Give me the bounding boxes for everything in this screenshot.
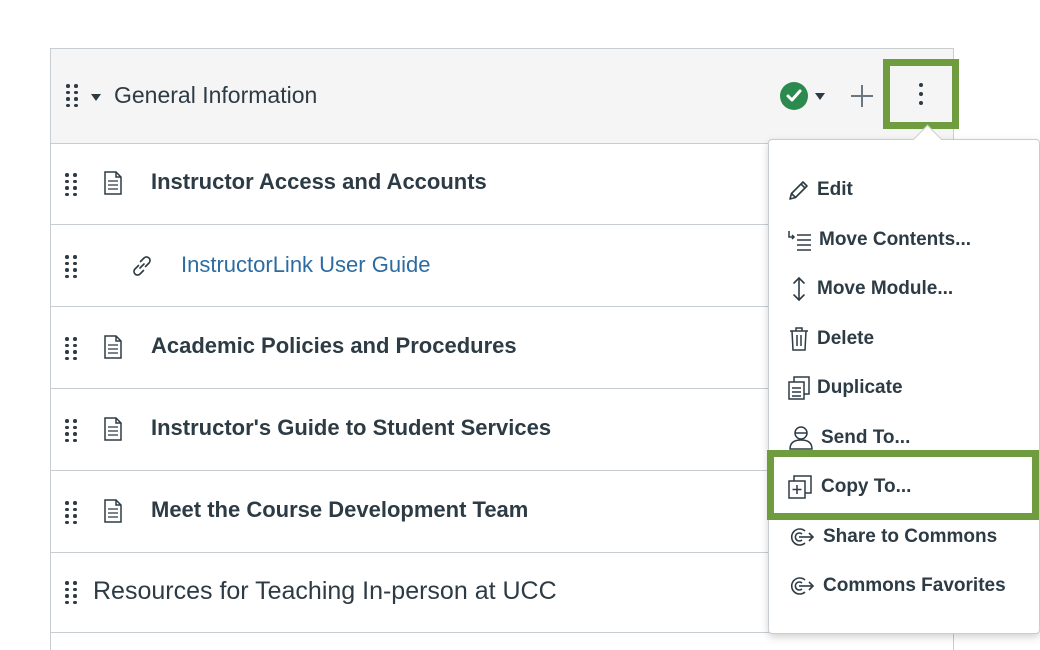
link-icon xyxy=(133,256,151,276)
menu-item-move-module[interactable]: Move Module... xyxy=(787,271,953,307)
module-title: General Information xyxy=(114,82,318,108)
menu-item-delete[interactable]: Delete xyxy=(787,321,874,357)
commons-share-icon xyxy=(790,528,815,546)
drag-handle-icon[interactable] xyxy=(66,84,78,108)
module-options-button[interactable] xyxy=(883,59,959,129)
menu-item-label: Move Module... xyxy=(817,278,954,299)
drag-handle-icon[interactable] xyxy=(65,337,77,361)
item-link[interactable]: InstructorLink User Guide xyxy=(181,252,430,278)
trash-icon xyxy=(790,327,808,351)
menu-item-label: Move Contents... xyxy=(819,229,972,250)
menu-item-duplicate[interactable]: Duplicate xyxy=(787,370,903,406)
menu-item-commons-favorites[interactable]: Commons Favorites xyxy=(787,568,1006,604)
move-vertical-icon xyxy=(793,276,805,302)
add-item-icon[interactable] xyxy=(851,85,873,107)
menu-item-label: Duplicate xyxy=(817,377,903,398)
drag-handle-icon[interactable] xyxy=(65,581,77,605)
page-icon xyxy=(104,335,122,359)
menu-item-label: Delete xyxy=(817,328,875,349)
menu-item-label: Share to Commons xyxy=(823,526,998,547)
menu-item-label: Commons Favorites xyxy=(823,575,1006,596)
pencil-icon xyxy=(789,181,808,200)
drag-handle-icon[interactable] xyxy=(65,501,77,525)
duplicate-icon xyxy=(788,376,810,400)
move-contents-icon xyxy=(788,231,811,251)
item-title[interactable]: Instructor Access and Accounts xyxy=(151,169,487,195)
published-check-icon[interactable] xyxy=(780,82,808,110)
drag-handle-icon[interactable] xyxy=(65,173,77,197)
subheader-title: Resources for Teaching In-person at UCC xyxy=(93,577,557,605)
menu-item-label: Edit xyxy=(817,179,853,200)
drag-handle-icon[interactable] xyxy=(65,419,77,443)
user-icon xyxy=(789,426,813,450)
menu-item-label: Send To... xyxy=(821,427,911,448)
collapse-caret-icon[interactable] xyxy=(91,94,101,101)
drag-handle-icon[interactable] xyxy=(65,255,77,279)
copy-to-highlight xyxy=(767,450,1039,520)
item-title[interactable]: Instructor's Guide to Student Services xyxy=(151,415,551,441)
item-title[interactable]: Meet the Course Development Team xyxy=(151,497,528,523)
commons-favorites-icon xyxy=(790,577,815,595)
page-icon xyxy=(104,499,122,523)
module-header[interactable]: General Information xyxy=(51,49,959,144)
menu-item-move-contents[interactable]: Move Contents... xyxy=(787,222,971,258)
publish-options-caret-icon[interactable] xyxy=(815,93,825,100)
item-title[interactable]: Academic Policies and Procedures xyxy=(151,333,517,359)
menu-item-share-to-commons[interactable]: Share to Commons xyxy=(787,519,997,555)
module-options-menu: Edit Move Contents... Move Module... Del… xyxy=(768,124,1040,634)
page-icon xyxy=(104,171,122,195)
menu-item-edit[interactable]: Edit xyxy=(787,172,853,208)
page-icon xyxy=(104,417,122,441)
